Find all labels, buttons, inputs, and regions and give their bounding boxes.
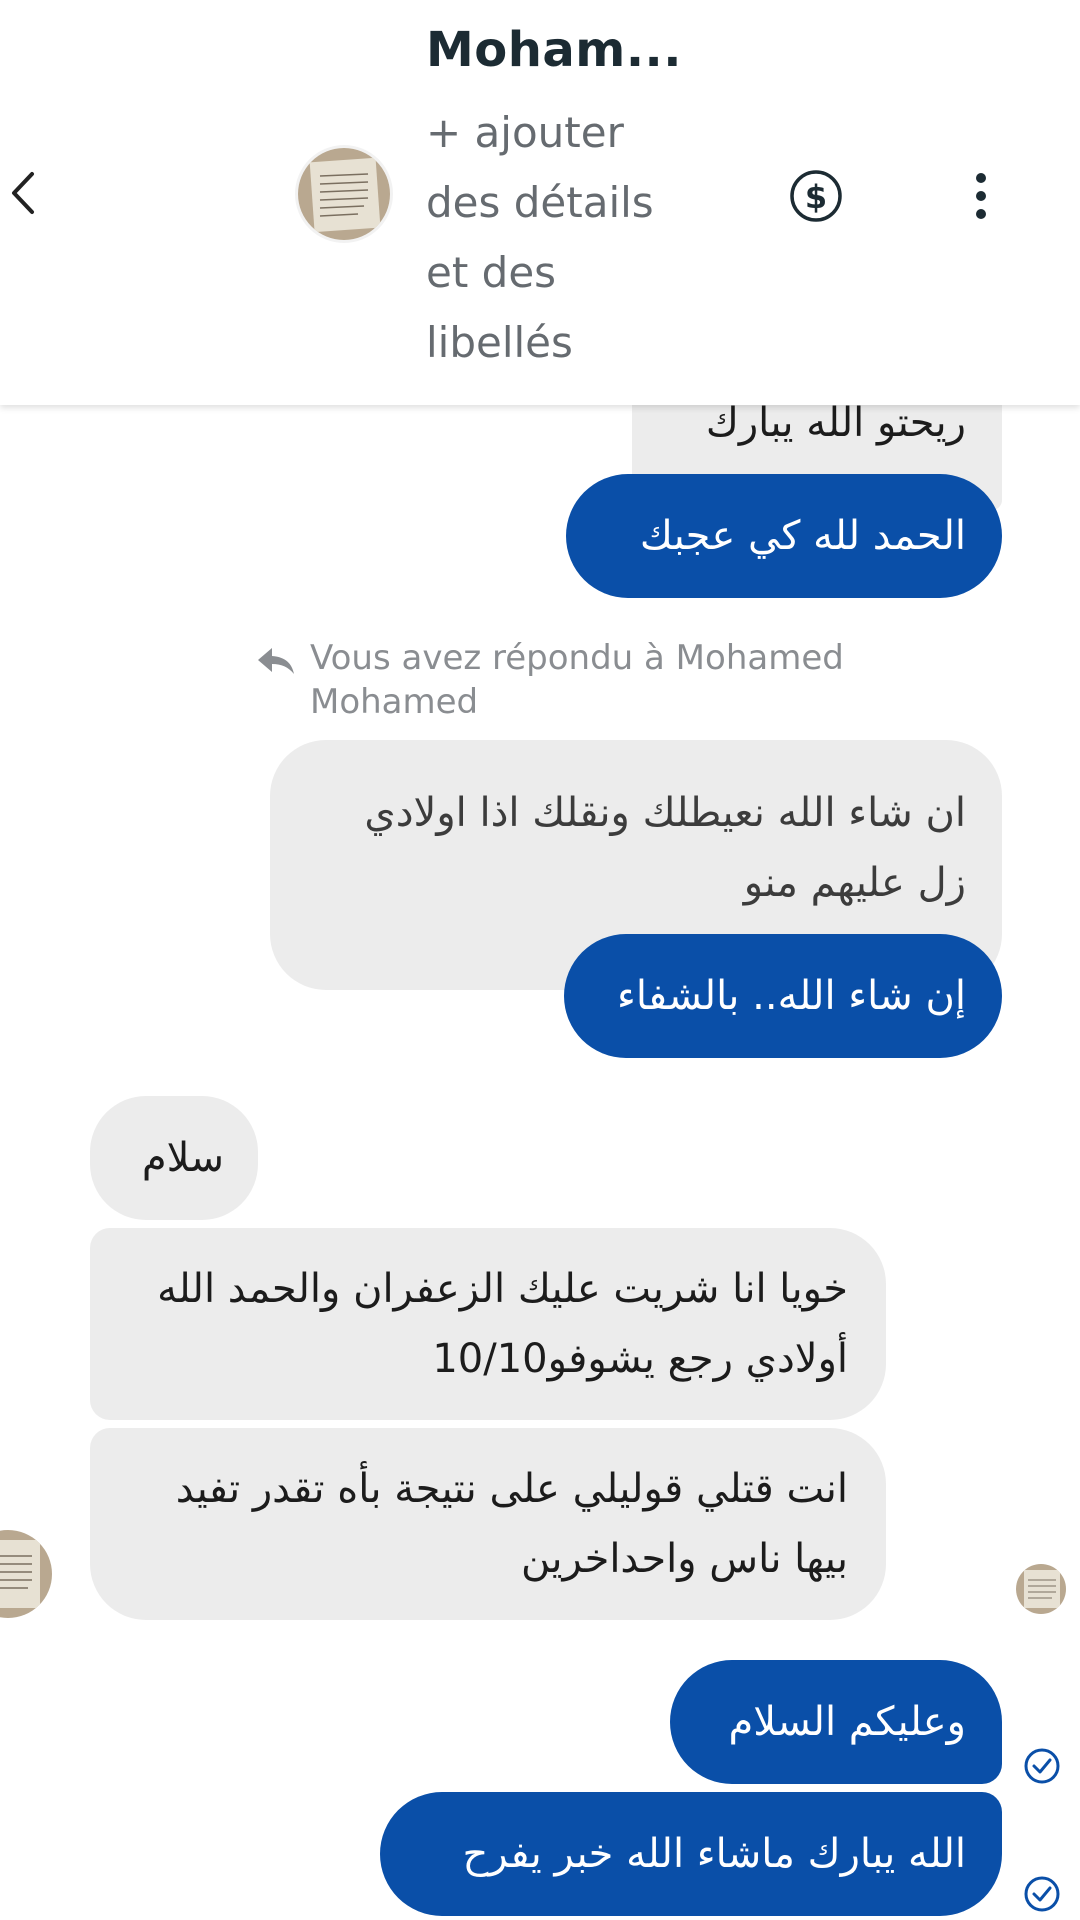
message-text: سلام: [141, 1135, 224, 1181]
message-text: وعليكم السلام: [728, 1699, 966, 1745]
outgoing-reply-message[interactable]: إن شاء الله.. بالشفاء: [564, 934, 1002, 1058]
contact-avatar[interactable]: [298, 148, 390, 240]
incoming-message[interactable]: انت قتلي قوليلي على نتيجة بأه تقدر تفيد …: [90, 1428, 886, 1620]
chat-header: Moham... + ajouter des détails et des li…: [0, 0, 1080, 405]
message-text: الله يبارك ماشاء الله خبر يفرح: [462, 1831, 966, 1877]
more-vertical-icon[interactable]: [966, 168, 996, 224]
sent-check-icon: [1024, 1876, 1060, 1912]
add-details-link[interactable]: + ajouter des détails et des libellés: [426, 98, 686, 378]
message-text: ان شاء الله نعيطلك ونقلك اذا اولادي زل ع…: [364, 790, 966, 906]
message-text: الحمد لله كي عجبك: [639, 513, 966, 559]
message-text: انت قتلي قوليلي على نتيجة بأه تقدر تفيد …: [175, 1466, 848, 1582]
contact-name[interactable]: Moham...: [426, 22, 682, 78]
message-text: إن شاء الله.. بالشفاء: [617, 973, 966, 1019]
outgoing-message[interactable]: وعليكم السلام: [670, 1660, 1002, 1784]
back-chevron-left-icon[interactable]: [4, 168, 44, 218]
outgoing-message[interactable]: الحمد لله كي عجبك: [566, 474, 1002, 598]
svg-text:$: $: [805, 178, 827, 216]
dollar-circle-icon[interactable]: $: [788, 168, 844, 224]
outgoing-message[interactable]: الله يبارك ماشاء الله خبر يفرح: [380, 1792, 1002, 1916]
incoming-message[interactable]: سلام: [90, 1096, 258, 1220]
message-text: ريحتو الله يبارك: [705, 400, 966, 446]
read-receipt-avatar: [1016, 1564, 1066, 1614]
reply-context-label: Vous avez répondu à Mohamed Mohamed: [310, 638, 844, 722]
message-text: خويا انا شريت عليك الزعفران والحمد الله …: [157, 1266, 848, 1382]
sent-check-icon: [1024, 1748, 1060, 1784]
incoming-message[interactable]: خويا انا شريت عليك الزعفران والحمد الله …: [90, 1228, 886, 1420]
sender-avatar[interactable]: [0, 1530, 52, 1618]
